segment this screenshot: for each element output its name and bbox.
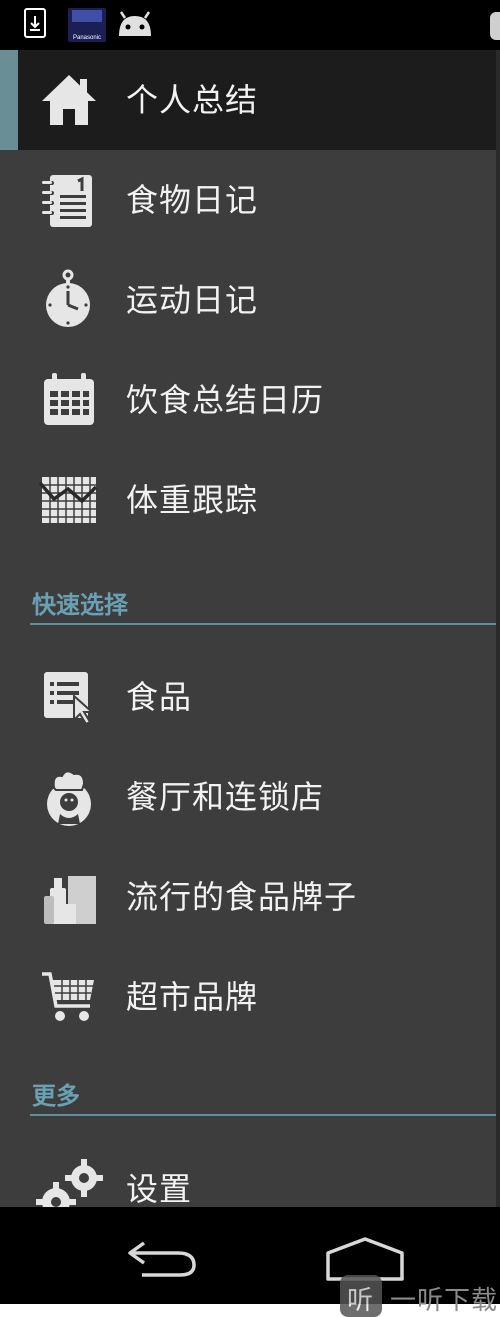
menu-item-settings[interactable]: 设置	[0, 1139, 500, 1207]
menu-item-label: 体重跟踪	[126, 481, 259, 519]
android-icon	[116, 10, 154, 42]
menu-item-personal-summary[interactable]: 个人总结	[0, 50, 500, 150]
watermark-logo: 听	[340, 1275, 382, 1317]
menu-item-label: 饮食总结日历	[126, 381, 325, 419]
section-header-more: 更多	[30, 1068, 498, 1116]
back-icon	[128, 1241, 196, 1277]
menu-item-diet-calendar[interactable]: 饮食总结日历	[0, 350, 500, 450]
menu-item-label: 餐厅和连锁店	[126, 778, 325, 816]
status-bar: Panasonic	[0, 0, 500, 50]
panasonic-app-icon: Panasonic	[68, 8, 106, 42]
chef-icon	[38, 766, 100, 828]
watermark: 听 一听下载	[340, 1275, 500, 1317]
menu-item-label: 食物日记	[126, 181, 259, 219]
status-edge-indicator	[490, 12, 500, 40]
section-title: 快速选择	[32, 591, 128, 619]
notebook-icon	[38, 169, 100, 231]
watermark-logo-char: 听	[347, 1286, 374, 1316]
section-divider	[30, 1114, 498, 1116]
food-list-icon	[38, 666, 100, 728]
weight-chart-icon	[38, 469, 100, 531]
menu-item-label: 设置	[126, 1170, 193, 1207]
stopwatch-icon	[38, 269, 100, 331]
section-header-quick-select: 快速选择	[30, 577, 498, 625]
menu-item-exercise-diary[interactable]: 运动日记	[0, 250, 500, 350]
panasonic-label: Panasonic	[72, 35, 102, 41]
grocery-bag-icon	[38, 866, 100, 928]
calendar-icon	[38, 369, 100, 431]
watermark-text: 一听下载	[390, 1286, 499, 1316]
menu-item-supermarket-brands[interactable]: 超市品牌	[0, 947, 500, 1047]
section-divider	[30, 623, 498, 625]
menu-item-food-diary[interactable]: 食物日记	[0, 150, 500, 250]
active-indicator	[0, 50, 18, 150]
menu-item-label: 运动日记	[126, 281, 259, 319]
shopping-cart-icon	[38, 966, 100, 1028]
menu-item-label: 个人总结	[126, 81, 259, 119]
download-icon	[24, 8, 46, 38]
menu-item-popular-brands[interactable]: 流行的食品牌子	[0, 847, 500, 947]
gears-icon	[34, 1158, 103, 1207]
menu-item-weight-tracking[interactable]: 体重跟踪	[0, 450, 500, 550]
navigation-drawer: 个人总结 食物日记 运动日记 饮食总结日历 体重跟踪 快速选择 食品 餐厅和连锁…	[0, 50, 500, 1207]
menu-item-label: 食品	[126, 678, 193, 716]
menu-item-label: 超市品牌	[126, 978, 259, 1016]
menu-item-foods[interactable]: 食品	[0, 647, 500, 747]
drawer-edge	[496, 50, 500, 1207]
back-button[interactable]	[122, 1233, 202, 1279]
menu-item-label: 流行的食品牌子	[126, 878, 358, 916]
section-title: 更多	[32, 1082, 80, 1110]
home-icon	[38, 69, 100, 131]
menu-item-restaurants[interactable]: 餐厅和连锁店	[0, 747, 500, 847]
